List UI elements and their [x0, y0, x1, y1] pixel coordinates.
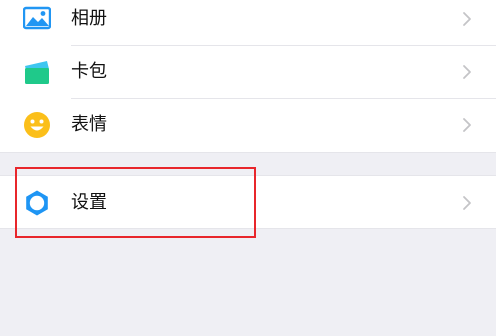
menu-item-emoji-label: 表情: [71, 114, 107, 135]
card-wallet-icon: [23, 58, 51, 86]
empty-background-area: [0, 229, 496, 336]
menu-item-emoji[interactable]: 表情: [0, 99, 496, 151]
chevron-right-icon: [462, 64, 472, 80]
gear-icon: [23, 189, 51, 217]
menu-group-top: 相册 卡包 表情: [0, 0, 496, 153]
menu-item-card-wallet-label: 卡包: [71, 61, 107, 82]
emoji-smile-icon: [23, 111, 51, 139]
chevron-right-icon: [462, 117, 472, 133]
menu-group-settings: 设置: [0, 175, 496, 229]
menu-item-album[interactable]: 相册: [0, 0, 496, 45]
menu-item-settings[interactable]: 设置: [0, 176, 496, 228]
chevron-right-icon: [462, 11, 472, 27]
menu-item-album-label: 相册: [71, 8, 107, 29]
photo-album-icon: [22, 4, 52, 32]
chevron-right-icon: [462, 195, 472, 211]
menu-item-settings-label: 设置: [71, 192, 107, 213]
menu-item-card-wallet[interactable]: 卡包: [0, 46, 496, 98]
